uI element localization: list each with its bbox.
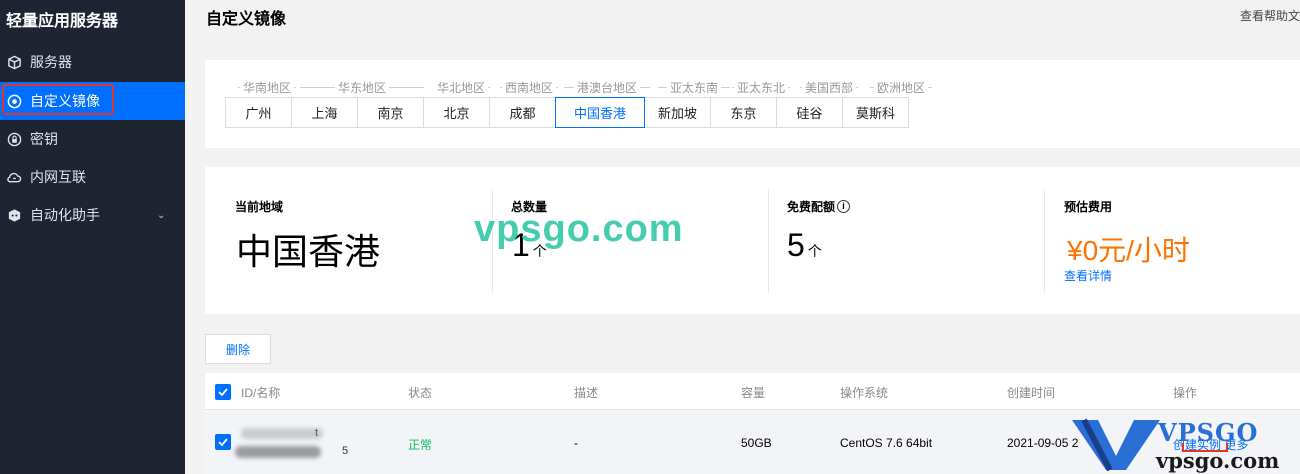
region-group: 欧洲地区 [867, 80, 935, 95]
sidebar-item-label: 自动化助手 [30, 207, 100, 223]
region-group: 亚太东南 [655, 80, 733, 95]
image-name: 5 [342, 445, 349, 457]
region-tabs: 广州 上海 南京 北京 成都 中国香港 新加坡 东京 硅谷 莫斯科 [225, 97, 909, 128]
current-region-value: 中国香港 [236, 231, 381, 272]
description-cell: - [574, 436, 578, 450]
column-header-description: 描述 [574, 386, 599, 400]
region-tab-tokyo[interactable]: 东京 [710, 97, 777, 128]
region-tab-beijing[interactable]: 北京 [423, 97, 490, 128]
cloud-link-icon [6, 169, 22, 185]
sidebar-item-intranet[interactable]: 内网互联 [0, 158, 185, 196]
sidebar-item-label: 服务器 [30, 54, 72, 70]
region-tab-silicon-valley[interactable]: 硅谷 [776, 97, 843, 128]
os-cell: CentOS 7.6 64bit [840, 436, 933, 450]
region-tab-hongkong[interactable]: 中国香港 [555, 97, 645, 128]
info-icon[interactable]: i [837, 200, 851, 213]
column-header-capacity: 容量 [741, 386, 766, 400]
delete-button[interactable]: 删除 [205, 334, 271, 364]
product-title: 轻量应用服务器 [6, 13, 119, 30]
redacted-id [241, 428, 323, 439]
sidebar-item-label: 自定义镜像 [30, 93, 100, 109]
lock-icon [6, 131, 22, 147]
column-header-actions: 操作 [1173, 386, 1198, 400]
stats-panel: 当前地域 中国香港 总数量 1个 免费配额 i 5个 预估费用 ¥0元/小时 查看… [205, 167, 1300, 314]
region-selector: 华南地区 华东地区 华北地区 西南地区 港澳台地区 亚太东南 亚太东北 美国西部… [205, 60, 1300, 148]
region-tab-guangzhou[interactable]: 广州 [225, 97, 292, 128]
image-id[interactable]: t [315, 427, 318, 439]
region-tab-nanjing[interactable]: 南京 [357, 97, 424, 128]
table-row[interactable]: t 5 正常 - 50GB CentOS 7.6 64bit 2021-09-0… [205, 410, 1300, 474]
region-tab-shanghai[interactable]: 上海 [291, 97, 358, 128]
region-group: 华南地区 [235, 80, 297, 95]
sidebar-item-label: 密钥 [30, 131, 58, 147]
region-group: 亚太东北 [729, 80, 793, 95]
table-header: ID/名称 状态 描述 容量 操作系统 创建时间 操作 [205, 373, 1300, 410]
select-all-checkbox[interactable] [215, 384, 231, 400]
sidebar-item-custom-images[interactable]: 自定义镜像 [0, 82, 185, 120]
column-header-id: ID/名称 [241, 386, 281, 400]
view-details-link[interactable]: 查看详情 [1064, 267, 1112, 284]
status-badge: 正常 [408, 438, 433, 452]
sidebar: 轻量应用服务器 服务器 自定义镜像 密钥 内网互联 自动化助手 ⌄ [0, 0, 185, 474]
total-count-value: 1个 [512, 227, 547, 263]
region-tab-moscow[interactable]: 莫斯科 [842, 97, 909, 128]
sidebar-item-keys[interactable]: 密钥 [0, 120, 185, 158]
region-tab-chengdu[interactable]: 成都 [489, 97, 556, 128]
current-region-label: 当前地域 [235, 200, 284, 214]
row-actions[interactable]: 创建实例 更多 [1173, 436, 1248, 453]
free-quota-label: 免费配额 i [787, 198, 851, 215]
robot-icon [6, 207, 22, 223]
cube-icon [6, 54, 22, 70]
column-header-os: 操作系统 [840, 386, 889, 400]
row-checkbox[interactable] [215, 434, 231, 450]
total-count-label: 总数量 [511, 200, 548, 214]
chevron-down-icon: ⌄ [157, 209, 166, 221]
image-table: ID/名称 状态 描述 容量 操作系统 创建时间 操作 t 5 正常 - 50G… [205, 373, 1300, 474]
capacity-cell: 50GB [741, 436, 772, 450]
region-group: 港澳台地区 [561, 80, 653, 95]
region-tab-singapore[interactable]: 新加坡 [644, 97, 711, 128]
region-group: 美国西部 [797, 80, 861, 95]
region-group: 西南地区 [497, 80, 559, 95]
region-group: 华东地区 [297, 80, 427, 95]
page-title: 自定义镜像 [206, 11, 287, 28]
divider [768, 189, 769, 293]
estimated-fee-value: ¥0元/小时 [1067, 235, 1190, 266]
region-group: 华北地区 [431, 80, 491, 95]
divider [492, 189, 493, 293]
estimated-fee-label: 预估费用 [1064, 200, 1113, 214]
free-quota-value: 5个 [787, 227, 822, 263]
sidebar-item-label: 内网互联 [30, 169, 86, 185]
column-header-created: 创建时间 [1007, 386, 1056, 400]
sidebar-item-automation[interactable]: 自动化助手 ⌄ [0, 196, 185, 234]
help-link[interactable]: 查看帮助文 [1240, 7, 1300, 24]
column-header-status: 状态 [408, 386, 433, 400]
sidebar-item-servers[interactable]: 服务器 [0, 43, 185, 81]
redacted-name [235, 446, 321, 458]
target-icon [6, 93, 22, 109]
divider [1044, 189, 1045, 293]
created-time-cell: 2021-09-05 2 [1007, 436, 1079, 450]
